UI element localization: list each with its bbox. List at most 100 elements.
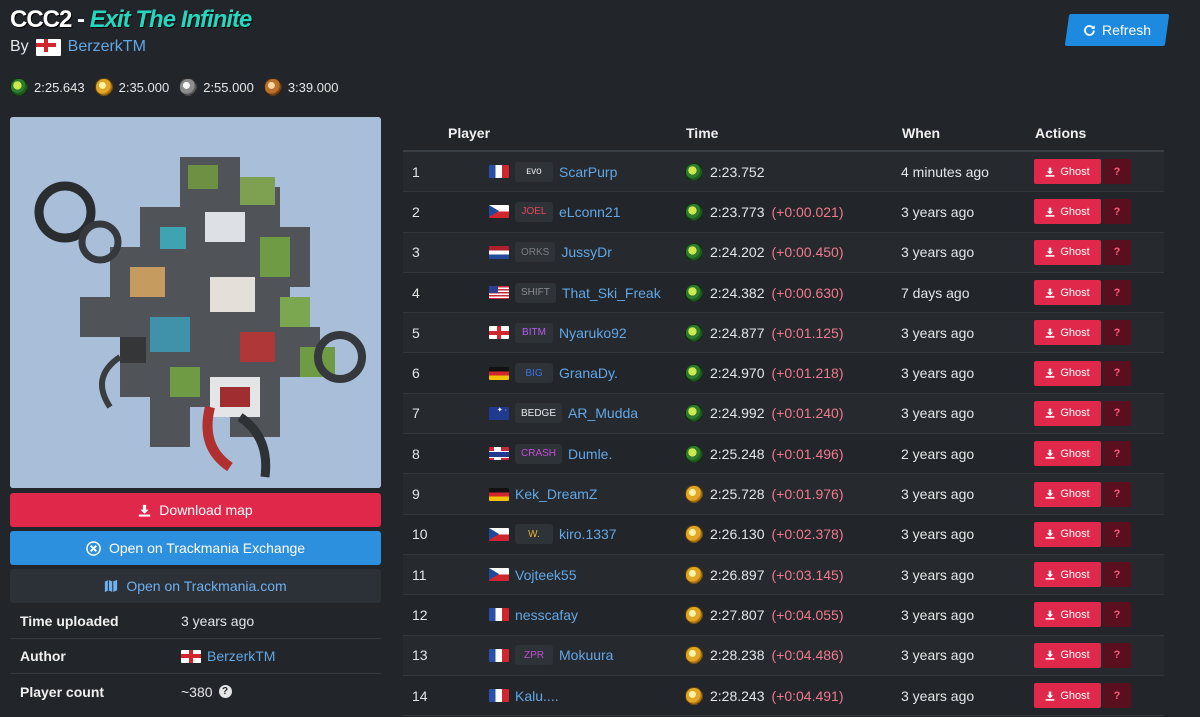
record-time: 2:26.897	[710, 566, 765, 583]
club-tag: ORKS	[515, 242, 556, 263]
help-button[interactable]: ?	[1103, 562, 1131, 588]
author-medal-icon	[685, 404, 703, 423]
silver-medal-time: 2:55.000	[203, 79, 254, 95]
by-label: By	[10, 38, 29, 55]
record-time: 2:28.243	[710, 687, 765, 704]
download-map-button[interactable]: Download map	[10, 493, 381, 527]
player-cell: BEDGE AR_Mudda	[446, 403, 685, 424]
ghost-download-button[interactable]: Ghost	[1034, 683, 1101, 708]
map-info-table: Time uploaded 3 years ago Author Berzerk…	[10, 604, 381, 709]
ghost-download-button[interactable]: Ghost	[1034, 602, 1101, 628]
tmx-logo-icon	[86, 540, 101, 556]
ghost-label: Ghost	[1060, 528, 1090, 541]
flag-icon-fr	[489, 689, 509, 702]
flag-icon-us	[489, 286, 509, 300]
ghost-download-button[interactable]: Ghost	[1034, 280, 1101, 306]
ghost-download-button[interactable]: Ghost	[1034, 199, 1101, 225]
table-row: 3 ORKS JussyDr 2:24.202 (+0:00.450) 3 years a…	[403, 232, 1164, 273]
ghost-download-button[interactable]: Ghost	[1034, 159, 1101, 185]
actions-cell: Ghost?	[1034, 521, 1164, 547]
help-button[interactable]: ?	[1103, 521, 1131, 547]
player-name-link[interactable]: kiro.1337	[559, 526, 617, 542]
player-name-link[interactable]: JussyDr	[561, 244, 612, 260]
flag-icon-cz	[489, 527, 509, 541]
leaderboard-header: Player Time When Actions	[403, 116, 1164, 152]
england-flag-icon	[181, 649, 201, 663]
author-link[interactable]: BerzerkTM	[68, 38, 146, 56]
download-icon	[1045, 409, 1055, 419]
time-delta: (+0:00.450)	[771, 244, 844, 261]
medal-item-bronze: 3:39.000	[263, 78, 338, 96]
help-button[interactable]: ?	[1103, 602, 1131, 628]
player-name-link[interactable]: Vojteek55	[515, 567, 577, 583]
ghost-download-button[interactable]: Ghost	[1034, 521, 1101, 547]
author-medal-icon	[685, 323, 703, 342]
download-icon	[1045, 247, 1055, 257]
open-trackmania-com-button[interactable]: Open on Trackmania.com	[10, 569, 381, 603]
download-icon	[1045, 570, 1055, 580]
help-button[interactable]: ?	[1103, 360, 1131, 386]
when-cell: 3 years ago	[901, 405, 975, 422]
leaderboard-table: Player Time When Actions 1 ᴇᴠᴏ ScarPurp 2:2…	[403, 116, 1164, 717]
help-button[interactable]: ?	[1103, 481, 1131, 507]
help-button[interactable]: ?	[1103, 441, 1131, 467]
player-name-link[interactable]: eLconn21	[559, 204, 621, 220]
player-count-label: Player count	[20, 683, 105, 700]
help-button[interactable]: ?	[1103, 239, 1131, 265]
player-name-link[interactable]: Kek_DreamZ	[515, 486, 597, 502]
medal-item-author: 2:25.643	[10, 78, 85, 96]
time-delta: (+0:04.486)	[771, 647, 844, 664]
ghost-download-button[interactable]: Ghost	[1034, 441, 1101, 467]
download-icon	[1045, 529, 1055, 539]
ghost-download-button[interactable]: Ghost	[1034, 239, 1101, 265]
author-medal-icon	[10, 78, 28, 96]
club-tag: BITM	[515, 322, 553, 343]
flag-icon-no	[489, 447, 509, 461]
player-name-link[interactable]: AR_Mudda	[568, 405, 638, 421]
help-button[interactable]: ?	[1103, 683, 1131, 708]
help-button[interactable]: ?	[1103, 159, 1131, 185]
refresh-button[interactable]: Refresh	[1064, 14, 1170, 46]
help-button[interactable]: ?	[1103, 642, 1131, 668]
flag-icon-au	[489, 406, 509, 420]
ghost-download-button[interactable]: Ghost	[1034, 562, 1101, 588]
when-cell: 3 years ago	[901, 203, 975, 220]
ghost-download-button[interactable]: Ghost	[1034, 642, 1101, 668]
player-name-link[interactable]: That_Ski_Freak	[562, 285, 661, 301]
player-name-link[interactable]: nesscafay	[515, 607, 578, 623]
player-cell: SHIFT That_Ski_Freak	[446, 282, 685, 303]
info-author-link[interactable]: BerzerkTM	[207, 648, 275, 664]
actions-cell: Ghost?	[1034, 441, 1164, 467]
help-button[interactable]: ?	[1103, 199, 1131, 225]
author-medal-icon	[685, 283, 703, 302]
rank-cell: 7	[412, 405, 420, 422]
author-medal-icon	[685, 202, 703, 221]
rank-cell: 12	[412, 606, 428, 623]
ghost-download-button[interactable]: Ghost	[1034, 400, 1101, 426]
player-name-link[interactable]: Dumle.	[568, 446, 612, 462]
medal-item-silver: 2:55.000	[179, 78, 254, 96]
ghost-download-button[interactable]: Ghost	[1034, 360, 1101, 386]
when-cell: 2 years ago	[901, 445, 975, 462]
rank-cell: 11	[412, 566, 427, 583]
help-button[interactable]: ?	[1103, 400, 1131, 426]
player-name-link[interactable]: Kalu....	[515, 688, 559, 704]
player-cell: ORKS JussyDr	[446, 242, 685, 263]
help-button[interactable]: ?	[1103, 280, 1131, 306]
open-tmx-button[interactable]: Open on Trackmania Exchange	[10, 531, 381, 565]
player-name-link[interactable]: Mokuura	[559, 647, 613, 663]
page: CCC2 - Exit The Infinite By BerzerkTM Re…	[0, 0, 1200, 717]
help-button[interactable]: ?	[1103, 320, 1131, 346]
help-icon[interactable]: ?	[218, 685, 232, 698]
player-cell: Kalu....	[446, 688, 685, 704]
ghost-download-button[interactable]: Ghost	[1034, 481, 1101, 507]
player-name-link[interactable]: ScarPurp	[559, 164, 617, 180]
ghost-download-button[interactable]: Ghost	[1034, 320, 1101, 346]
player-name-link[interactable]: Nyaruko92	[559, 325, 627, 341]
download-icon	[1045, 449, 1055, 459]
download-icon	[1045, 207, 1055, 217]
player-name-link[interactable]: GranaDy.	[559, 365, 618, 381]
actions-cell: Ghost?	[1034, 199, 1164, 225]
table-row: 4 SHIFT That_Ski_Freak 2:24.382 (+0:00.630) 7…	[403, 273, 1164, 314]
time-cell: 2:24.202 (+0:00.450)	[685, 243, 901, 262]
